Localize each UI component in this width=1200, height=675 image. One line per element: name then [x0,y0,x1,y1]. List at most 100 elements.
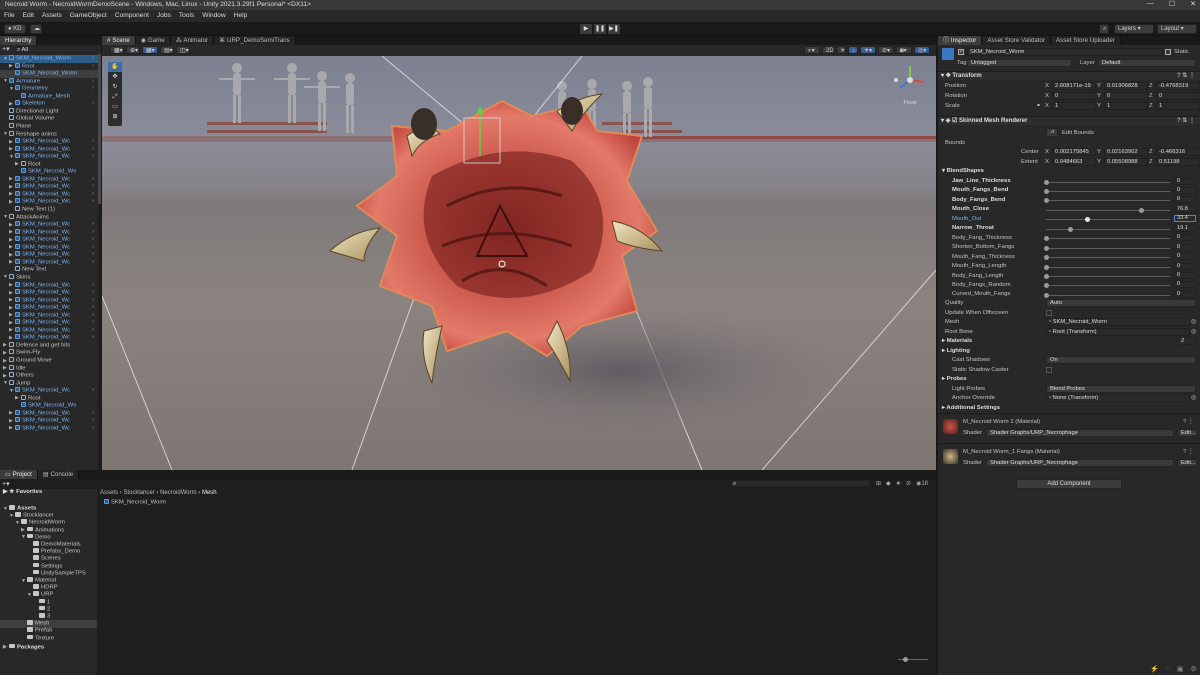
asset-item[interactable]: SKM_Necroid_Worm [104,499,166,507]
menu-assets[interactable]: Assets [42,10,62,22]
hierarchy-item[interactable]: Directional Light [0,107,98,116]
menu-gameobject[interactable]: GameObject [70,10,107,22]
blendshape-slider[interactable] [1046,200,1170,202]
type-filter-icon[interactable]: ⊞ [876,480,881,487]
hidden-packages-icon[interactable]: ⊘ [906,480,911,487]
scene-viewport[interactable]: ✋ ✥ ↻ ⤢ ▭ ⊞ Persp [101,55,937,471]
shader-edit-button[interactable]: Edit... [1177,459,1197,467]
blendshape-slider[interactable] [1046,190,1170,192]
hierarchy-item[interactable]: ▼ Jump [0,379,98,388]
transform-position-y-field[interactable]: 0.01906828 [1104,82,1148,90]
blendshape-value-field[interactable]: 0 [1174,177,1196,185]
view-tool-icon[interactable]: ✋ [108,62,122,72]
notification-icon[interactable]: ▣ [1177,665,1184,673]
chevron-right-icon[interactable]: › [92,251,94,259]
update-offscreen-checkbox[interactable] [1046,309,1052,316]
blendshape-value-field[interactable]: 0 [1174,262,1196,270]
chevron-right-icon[interactable]: › [92,78,94,86]
blendshape-slider[interactable] [1046,294,1170,296]
chevron-right-icon[interactable]: › [92,304,94,312]
hierarchy-scrollbar[interactable] [98,54,101,470]
menu-edit[interactable]: Edit [23,10,34,22]
mesh-object-field[interactable]: ▫ SKM_Necroid_Worm [1046,318,1190,326]
slider-handle[interactable] [1067,226,1073,232]
hierarchy-item[interactable]: ▶ SKM_Necroid_Wc › [0,175,98,184]
component-menu-icon[interactable]: ? ⋮ [1183,419,1194,425]
transform-position-z-field[interactable]: -0.4768319 [1156,82,1200,90]
progress-icon[interactable]: ◌ [1166,665,1170,673]
pause-button[interactable]: ❚❚ [594,24,606,34]
blendshape-slider[interactable] [1046,181,1170,183]
transform-header[interactable]: ▾ ✥ Transform ? ⇅ ⋮ [938,71,1200,80]
chevron-right-icon[interactable]: › [92,297,94,305]
additional-settings-label[interactable]: ▸ Additional Settings [942,405,1000,411]
hierarchy-item[interactable]: ▶ Skeleton › [0,100,98,108]
project-folder-item[interactable]: Texture [0,634,97,643]
chevron-right-icon[interactable]: › [92,146,94,154]
chevron-right-icon[interactable]: › [92,63,94,71]
blendshape-value-field[interactable]: 0 [1174,253,1196,261]
blendshape-slider[interactable] [1046,219,1170,221]
blendshape-value-field[interactable]: 0 [1174,186,1196,194]
minimize-button[interactable]: — [1147,0,1154,10]
maximize-button[interactable]: ☐ [1169,0,1175,10]
hierarchy-item[interactable]: ▶ SKM_Necroid_Wc › [0,190,98,199]
hierarchy-item[interactable]: ▶ SKM_Necroid_Wc › [0,289,98,297]
light-probes-dropdown[interactable]: Blend Probes [1046,384,1196,393]
edit-bounds-icon[interactable]: ⩘ [1046,128,1058,137]
tab-game[interactable]: ◉ Game [135,36,171,45]
2d-toggle[interactable]: 2D [822,46,834,54]
object-picker-icon[interactable]: ◎ [1191,319,1196,325]
chevron-right-icon[interactable]: › [92,289,94,297]
effects-icon[interactable]: ✦▾ [860,46,876,54]
hierarchy-item[interactable]: Armature_Mesh [0,92,98,101]
chevron-right-icon[interactable]: › [92,327,94,335]
chevron-right-icon[interactable]: › [92,55,94,63]
blendshape-value-field[interactable]: 0 [1174,196,1196,204]
hierarchy-item[interactable]: ▼ SKM_Necroid_Wc › [0,153,98,161]
breadcrumb-item[interactable]: Mesh [202,490,217,496]
step-button[interactable]: ▶❚ [608,24,620,34]
hierarchy-item[interactable]: ▶ Swim-Fly [0,349,98,357]
blendshape-value-field[interactable]: 0 [1174,281,1196,289]
camera-icon[interactable]: ◙▾ [896,46,912,54]
hierarchy-item[interactable]: ▶ SKM_Necroid_Wc › [0,198,98,206]
menu-jobs[interactable]: Jobs [157,10,171,22]
hierarchy-item[interactable]: ▼ Geometry › [0,85,98,93]
chevron-right-icon[interactable]: › [92,410,94,418]
hierarchy-item[interactable]: ▶ Root [0,160,98,169]
hierarchy-item[interactable]: ▶ SKM_Necroid_Wc › [0,138,98,146]
cast-shadows-dropdown[interactable]: On [1046,356,1196,364]
object-picker-icon[interactable]: ◎ [1191,395,1196,401]
account-dropdown[interactable]: ● KD [4,24,26,34]
project-search-input[interactable]: ⌕ [730,480,870,487]
bounds-extent-y-field[interactable]: 0.05508988 [1104,158,1148,166]
bounds-center-x-field[interactable]: 0.002175845 [1052,148,1096,156]
object-name-field[interactable]: SKM_Necroid_Worm [967,48,1163,56]
chevron-right-icon[interactable]: › [92,387,94,395]
bounds-extent-z-field[interactable]: 0.51198 [1156,158,1200,166]
draw-mode-icon[interactable]: ▦▾ [110,46,124,54]
blendshapes-foldout[interactable]: ▾ BlendShapes [942,168,984,174]
chevron-right-icon[interactable]: › [92,183,94,191]
chevron-right-icon[interactable]: › [92,236,94,244]
static-checkbox[interactable] [1165,49,1171,55]
slider-handle[interactable] [1044,255,1049,261]
transform-rotation-y-field[interactable]: 0 [1104,92,1148,100]
hierarchy-item[interactable]: ▶ SKM_Necroid_Wc › [0,311,98,320]
hierarchy-item[interactable]: ▶ SKM_Necroid_Wc › [0,334,98,342]
shader-edit-button[interactable]: Edit... [1177,429,1197,437]
tab-animator[interactable]: ⁂ Animator [170,36,215,45]
root-bone-object-field[interactable]: ▫ Root (Transform) [1046,327,1190,336]
hierarchy-item[interactable]: ▼ Skins [0,273,98,282]
menu-component[interactable]: Component [115,10,149,22]
transform-scale-x-field[interactable]: 1 [1052,102,1096,110]
chevron-right-icon[interactable]: › [92,85,94,93]
blendshape-value-field[interactable]: 76.8 [1174,205,1196,213]
blendshape-value-field[interactable]: 0 [1174,272,1196,279]
chevron-right-icon[interactable]: › [92,191,94,199]
transform-scale-z-field[interactable]: 1 [1156,102,1200,110]
component-menu-icon[interactable]: ? ⇅ ⋮ [1177,72,1195,81]
chevron-right-icon[interactable]: › [92,138,94,146]
hierarchy-item[interactable]: ▶ SKM_Necroid_Wc › [0,409,98,418]
